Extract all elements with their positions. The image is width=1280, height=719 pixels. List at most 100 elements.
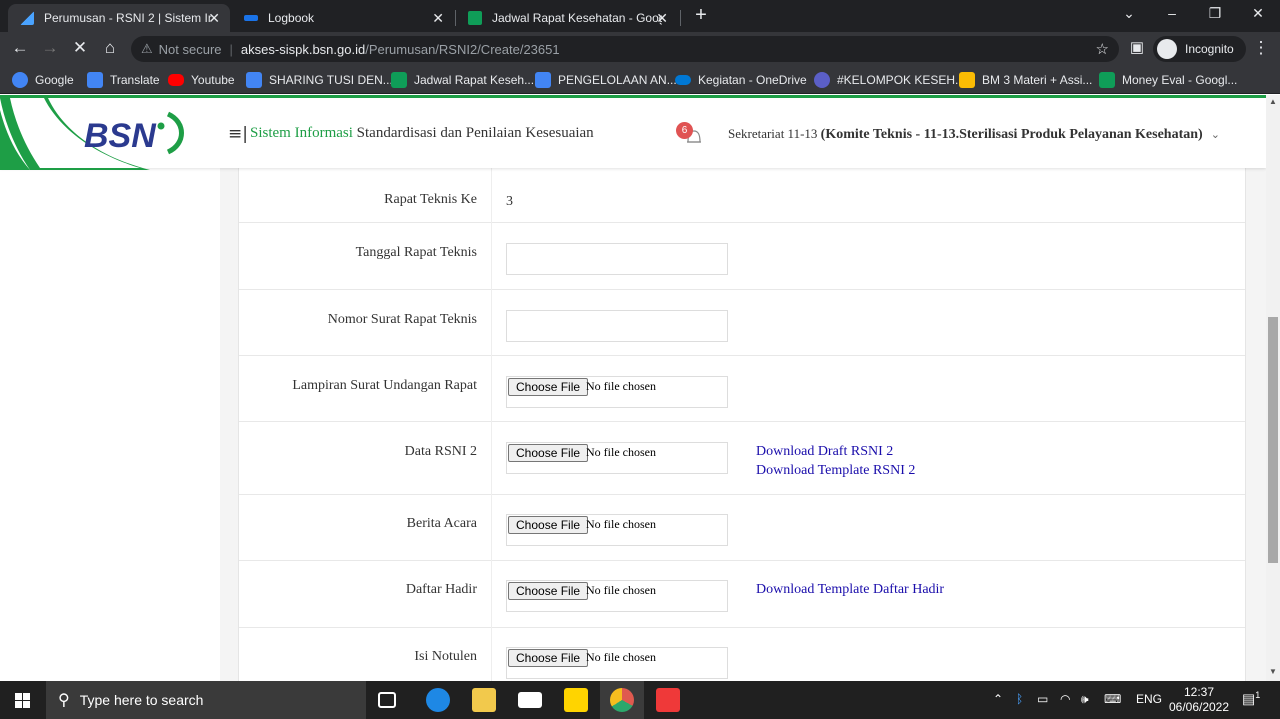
bookmark-google[interactable]: Google — [12, 71, 74, 89]
sticky-notes-icon[interactable] — [564, 688, 588, 712]
row-divider — [491, 223, 492, 290]
close-tab-icon[interactable]: ✕ — [656, 10, 668, 27]
bookmark-onedrive[interactable]: Kegiatan - OneDrive — [675, 71, 807, 89]
google-icon — [12, 72, 28, 88]
bookmark-youtube[interactable]: Youtube — [168, 71, 235, 89]
bookmark-jadwal-rapat[interactable]: Jadwal Rapat Keseh... — [391, 71, 534, 89]
minimize-button[interactable]: – — [1160, 5, 1184, 21]
tab-jadwal[interactable]: Jadwal Rapat Kesehatan - Google ✕ — [456, 4, 678, 32]
choose-file-button[interactable]: Choose File — [508, 649, 589, 667]
notification-center-icon[interactable]: ▤1 — [1242, 690, 1260, 708]
bookmark-kelompok[interactable]: #KELOMPOK KESEH... — [814, 71, 965, 89]
close-tab-icon[interactable]: ✕ — [432, 10, 444, 27]
forward-arrow-icon[interactable]: → — [39, 38, 61, 58]
back-arrow-icon[interactable]: ← — [9, 38, 31, 58]
no-file-text: No file chosen — [586, 517, 656, 531]
bookmark-money-eval[interactable]: Money Eval - Googl... — [1099, 71, 1237, 89]
row-divider — [491, 495, 492, 561]
show-hidden-icons-icon[interactable]: ⌃ — [993, 692, 1003, 706]
bookmark-star-icon[interactable]: ☆ — [1096, 40, 1109, 58]
system-clock[interactable]: 12:37 06/06/2022 — [1166, 685, 1232, 715]
vivaldi-icon[interactable] — [656, 688, 680, 712]
tab-perumusan[interactable]: Perumusan - RSNI 2 | Sistem Info ✕ — [8, 4, 230, 32]
volume-icon[interactable]: 🕪 — [1081, 692, 1089, 707]
language-indicator[interactable]: ENG — [1136, 692, 1162, 706]
keyboard-icon[interactable]: ⌨ — [1104, 692, 1121, 706]
file-explorer-icon[interactable] — [472, 688, 496, 712]
stop-loading-icon[interactable]: ✕ — [69, 38, 91, 58]
warning-icon[interactable]: ⚠ — [141, 41, 153, 57]
tanggal-rapat-input[interactable] — [506, 243, 728, 275]
data-rsni2-file-input[interactable]: Choose File No file chosen — [506, 442, 728, 474]
side-panel-icon[interactable]: ▣ — [1126, 38, 1148, 56]
user-menu[interactable]: Sekretariat 11-13 (Komite Teknis - 11-13… — [728, 126, 1220, 143]
notification-count-badge: 6 — [676, 122, 693, 139]
bookmark-pengelolaan[interactable]: PENGELOLAAN AN... — [535, 71, 677, 89]
search-icon: ⚲ — [58, 692, 70, 709]
windows-start-icon[interactable] — [0, 681, 46, 719]
notification-bell[interactable]: 6 — [676, 122, 702, 146]
form-row-tanggal: Tanggal Rapat Teknis — [239, 223, 1245, 290]
lampiran-file-input[interactable]: Choose File No file chosen — [506, 376, 728, 408]
scrollbar-thumb[interactable] — [1268, 317, 1278, 563]
berita-acara-file-input[interactable]: Choose File No file chosen — [506, 514, 728, 546]
bookmark-sharing-tusi[interactable]: SHARING TUSI DEN... — [246, 71, 393, 89]
bookmark-label: BM 3 Materi + Assi... — [982, 73, 1093, 87]
choose-file-button[interactable]: Choose File — [508, 444, 589, 462]
mail-icon[interactable] — [518, 692, 542, 708]
download-template-rsni2-link[interactable]: Download Template RSNI 2 — [756, 463, 915, 479]
isi-notulen-file-input[interactable]: Choose File No file chosen — [506, 647, 728, 679]
scroll-up-icon[interactable]: ▲ — [1269, 97, 1277, 106]
address-bar[interactable]: ⚠ Not secure | akses-sispk.bsn.go.id/Per… — [131, 36, 1119, 62]
bluetooth-icon[interactable]: ᛒ — [1016, 692, 1023, 706]
choose-file-button[interactable]: Choose File — [508, 582, 589, 600]
tab-search-icon[interactable]: ⌄ — [1117, 5, 1141, 22]
form-row-lampiran: Lampiran Surat Undangan Rapat Choose Fil… — [239, 356, 1245, 422]
url-host[interactable]: akses-sispk.bsn.go.id — [241, 42, 365, 57]
left-sidebar-area — [0, 168, 220, 681]
drive-icon — [959, 72, 975, 88]
security-status[interactable]: Not secure — [159, 42, 222, 57]
form-row-daftar-hadir: Daftar Hadir Choose File No file chosen … — [239, 561, 1245, 628]
web-page: BSN ≡| Sistem Informasi Standardisasi da… — [0, 95, 1266, 681]
docs-icon — [246, 72, 262, 88]
tab-label: Logbook — [268, 11, 315, 25]
new-tab-button[interactable]: + — [690, 4, 712, 27]
bookmark-translate[interactable]: Translate — [87, 71, 160, 89]
choose-file-button[interactable]: Choose File — [508, 378, 589, 396]
app-title-rest: Standardisasi dan Penilaian Kesesuaian — [352, 125, 594, 141]
app-title: Sistem Informasi Standardisasi dan Penil… — [250, 125, 594, 142]
tab-logbook[interactable]: Logbook ✕ — [232, 4, 454, 32]
field-label: Isi Notulen — [414, 649, 477, 664]
bookmark-label: Jadwal Rapat Keseh... — [414, 73, 535, 87]
restore-button[interactable]: ❐ — [1203, 5, 1227, 22]
menu-kebab-icon[interactable]: ⋮ — [1250, 38, 1272, 58]
nomor-surat-input[interactable] — [506, 310, 728, 342]
incognito-badge[interactable]: Incognito — [1153, 36, 1246, 62]
page-scrollbar[interactable]: ▲ ▼ — [1266, 95, 1280, 681]
menu-toggle-icon[interactable]: ≡| — [228, 124, 248, 144]
download-draft-rsni2-link[interactable]: Download Draft RSNI 2 — [756, 444, 893, 460]
user-role: Sekretariat 11-13 — [728, 126, 821, 141]
choose-file-button[interactable]: Choose File — [508, 516, 589, 534]
browser-tab-strip: Perumusan - RSNI 2 | Sistem Info ✕ Logbo… — [0, 0, 1280, 32]
clock-time: 12:37 — [1183, 685, 1215, 699]
daftar-hadir-file-input[interactable]: Choose File No file chosen — [506, 580, 728, 612]
close-window-button[interactable]: ✕ — [1246, 5, 1270, 22]
onedrive-icon — [675, 75, 691, 85]
scroll-down-icon[interactable]: ▼ — [1269, 667, 1277, 676]
download-template-daftar-hadir-link[interactable]: Download Template Daftar Hadir — [756, 582, 944, 598]
home-icon[interactable]: ⌂ — [99, 38, 121, 58]
bookmark-label: Youtube — [191, 73, 235, 87]
bsn-logo[interactable]: BSN — [0, 98, 220, 171]
wifi-icon[interactable]: ◠ — [1060, 692, 1070, 706]
form-row-nomor-surat: Nomor Surat Rapat Teknis — [239, 290, 1245, 356]
close-tab-icon[interactable]: ✕ — [208, 10, 220, 27]
bookmark-bm3[interactable]: BM 3 Materi + Assi... — [959, 71, 1092, 89]
edge-icon[interactable] — [426, 688, 450, 712]
form-row-isi-notulen: Isi Notulen Choose File No file chosen — [239, 628, 1245, 681]
taskbar-search-box[interactable]: ⚲ Type here to search — [46, 681, 366, 719]
battery-icon[interactable]: ▭ — [1037, 692, 1048, 706]
task-view-icon[interactable] — [378, 692, 396, 708]
url-path[interactable]: /Perumusan/RSNI2/Create/23651 — [365, 42, 559, 57]
